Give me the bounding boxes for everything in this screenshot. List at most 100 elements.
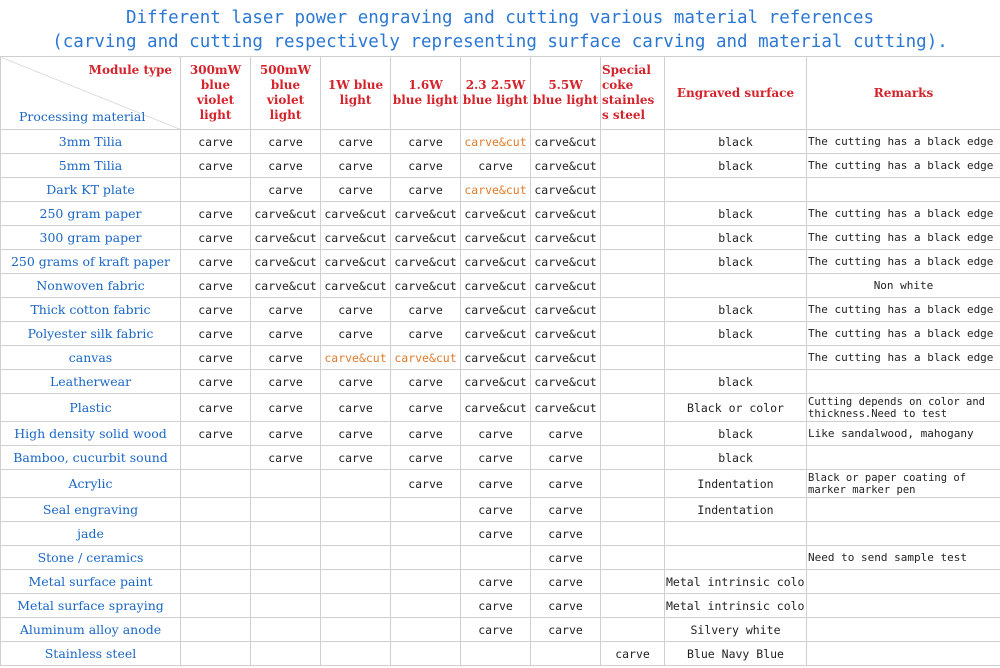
capability-cell: carve (530, 569, 601, 594)
capability-cell: carve&cut (530, 297, 601, 322)
capability-cell: carve (530, 445, 601, 470)
remarks-cell: Like sandalwood, mahogany (806, 421, 1000, 446)
column-header: 2.3 2.5W blue light (460, 56, 531, 130)
engraved-surface-cell: black (664, 445, 807, 470)
material-cell: Leatherwear (0, 369, 181, 394)
header-row: Module type Processing material 300mW bl… (0, 56, 1000, 130)
capability-cell (390, 617, 461, 642)
remarks-cell: The cutting has a black edge (806, 129, 1000, 154)
material-cell: Metal surface spraying (0, 593, 181, 618)
capability-cell (600, 321, 665, 346)
capability-cell (600, 569, 665, 594)
capability-cell: carve&cut (460, 393, 531, 422)
capability-cell: carve (460, 469, 531, 498)
capability-cell (600, 345, 665, 370)
capability-cell (320, 521, 391, 546)
remarks-cell (806, 593, 1000, 618)
capability-cell (320, 641, 391, 666)
page-title: Different laser power engraving and cutt… (0, 0, 1000, 56)
engraved-surface-cell (664, 177, 807, 202)
capability-cell: carve&cut (390, 225, 461, 250)
material-cell: Stainless steel (0, 641, 181, 666)
remarks-cell: The cutting has a black edge (806, 345, 1000, 370)
capability-cell: carve (250, 297, 321, 322)
capability-cell (250, 593, 321, 618)
capability-cell: carve&cut (530, 369, 601, 394)
capability-cell: carve (460, 593, 531, 618)
capability-cell (250, 497, 321, 522)
material-cell: Seal engraving (0, 497, 181, 522)
remarks-cell: The cutting has a black edge (806, 201, 1000, 226)
capability-cell: carve (390, 469, 461, 498)
material-cell: Acrylic (0, 469, 181, 498)
engraved-surface-cell: Blue Navy Blue (664, 641, 807, 666)
capability-cell: carve&cut (320, 345, 391, 370)
capability-cell: carve (460, 521, 531, 546)
remarks-cell (806, 521, 1000, 546)
capability-cell (600, 421, 665, 446)
column-header: 1W blue light (320, 56, 391, 130)
capability-cell (320, 569, 391, 594)
table-row: High density solid wood carve carve carve ca… (0, 421, 1000, 446)
capability-cell: carve (390, 129, 461, 154)
remarks-cell (806, 497, 1000, 522)
capability-cell: carve (320, 369, 391, 394)
laser-reference-sheet: Different laser power engraving and cutt… (0, 0, 1000, 668)
capability-cell: carve&cut (320, 201, 391, 226)
capability-cell (600, 273, 665, 298)
remarks-cell: Cutting depends on color and thickness.N… (806, 393, 1000, 422)
table-row: Aluminum alloy anode carve carve Silvery wh… (0, 617, 1000, 642)
capability-cell (600, 593, 665, 618)
capability-cell: carve (180, 153, 251, 178)
capability-cell: carve&cut (460, 249, 531, 274)
table-row: Leatherwear carve carve carve carve carve&cut… (0, 369, 1000, 394)
table-row: 250 gram paper carve carve&cut carve&cut car… (0, 201, 1000, 226)
capability-cell (320, 617, 391, 642)
remarks-cell: The cutting has a black edge (806, 153, 1000, 178)
remarks-cell: The cutting has a black edge (806, 225, 1000, 250)
engraved-surface-cell: Silvery white (664, 617, 807, 642)
engraved-surface-cell: Indentation (664, 497, 807, 522)
capability-cell (180, 617, 251, 642)
capability-cell: carve (180, 273, 251, 298)
capability-cell: carve (250, 321, 321, 346)
remarks-cell: Need to send sample test (806, 545, 1000, 570)
capability-cell (250, 569, 321, 594)
capability-cell: carve&cut (460, 321, 531, 346)
material-cell: Polyester silk fabric (0, 321, 181, 346)
capability-cell: carve&cut (460, 225, 531, 250)
capability-cell: carve&cut (460, 273, 531, 298)
capability-cell: carve (460, 445, 531, 470)
remarks-cell: The cutting has a black edge (806, 249, 1000, 274)
capability-cell (390, 521, 461, 546)
remarks-cell (806, 177, 1000, 202)
capability-cell: carve (460, 153, 531, 178)
capability-cell (600, 297, 665, 322)
capability-cell: carve&cut (460, 297, 531, 322)
engraved-surface-cell: black (664, 321, 807, 346)
capability-cell (600, 521, 665, 546)
table-row: 3mm Tilia carve carve carve carve carve&cut ca… (0, 129, 1000, 154)
capability-cell: carve (320, 321, 391, 346)
engraved-surface-cell (664, 521, 807, 546)
capability-cell (390, 545, 461, 570)
capability-cell: carve (180, 225, 251, 250)
table-row: Plastic carve carve carve carve carve&cut carv… (0, 393, 1000, 422)
table-row: Seal engraving carve carve Indentation (0, 497, 1000, 522)
capability-cell: carve (460, 421, 531, 446)
capability-cell: carve (460, 617, 531, 642)
capability-cell (600, 497, 665, 522)
capability-cell: carve (180, 393, 251, 422)
table-row: Metal surface paint carve carve Metal intri… (0, 569, 1000, 594)
engraved-surface-cell: black (664, 153, 807, 178)
column-header: 300mW blue violet light (180, 56, 251, 130)
material-cell: Metal surface paint (0, 569, 181, 594)
capability-cell (530, 641, 601, 666)
capability-cell: carve (250, 445, 321, 470)
capability-cell: carve&cut (250, 201, 321, 226)
engraved-surface-cell: black (664, 369, 807, 394)
capability-cell: carve (250, 393, 321, 422)
capability-cell (180, 497, 251, 522)
module-type-label: Module type (88, 63, 172, 77)
material-cell: 5mm Tilia (0, 153, 181, 178)
